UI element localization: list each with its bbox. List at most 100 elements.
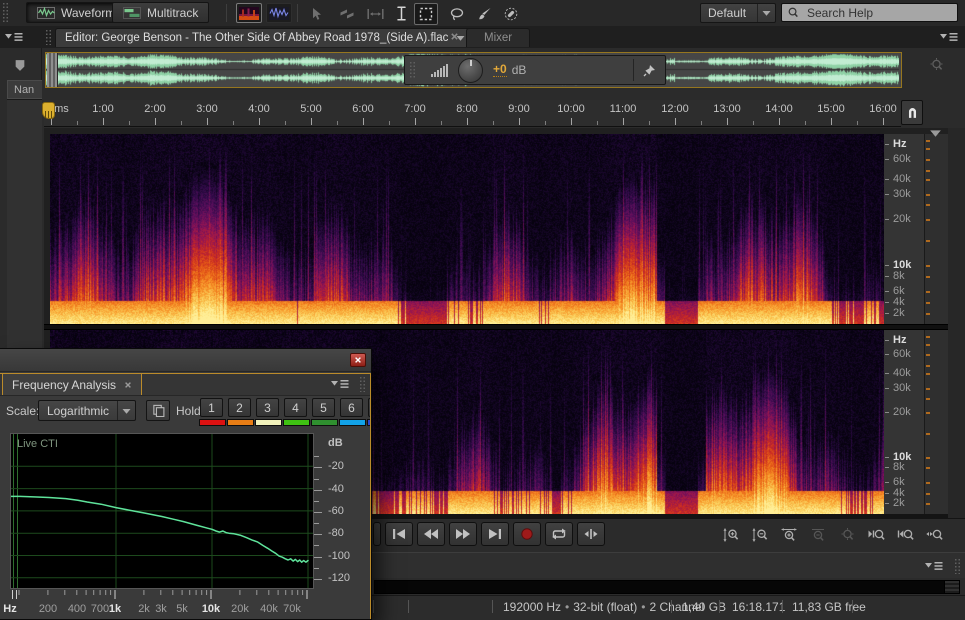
spectrogram-left-channel[interactable] [50,134,884,324]
zoom-to-out-point-button[interactable] [892,525,919,545]
navigator-zoom-icon[interactable] [928,58,945,72]
frequency-analysis-tab[interactable]: Frequency Analysis [2,373,143,395]
hold-7-button[interactable]: 7 [367,398,371,426]
hold-3-button[interactable]: 3 [255,398,282,426]
timeline-tick [129,121,130,125]
copy-graph-button[interactable] [146,400,170,421]
time-selection-tool[interactable] [390,5,412,22]
vertical-zoom-strip-right[interactable] [924,330,948,514]
hold-5-button[interactable]: 5 [311,398,338,426]
zoom-in-vertical-button[interactable] [718,525,745,545]
fa-panel-grip[interactable] [359,376,366,392]
pin-icon[interactable] [643,64,656,77]
editor-panel-menu-icon[interactable] [940,32,958,42]
spectral-display-toggle[interactable] [236,3,262,23]
window-close-button[interactable] [350,353,366,367]
skip-to-end-button[interactable] [481,522,509,546]
hud-grip[interactable] [409,61,415,79]
timeline-tick [311,118,312,125]
zoom-strip-tick [926,411,930,414]
fa-tab-close-icon[interactable] [124,381,132,389]
fast-forward-icon [455,528,471,540]
overview-left-handle[interactable] [47,53,58,87]
timeline-tick [701,121,702,125]
time-stretch-tool[interactable] [364,5,386,22]
timeline-label: 16:00 [869,103,897,115]
zoom-reset-button[interactable] [834,525,861,545]
zoom-to-in-point-button[interactable] [863,525,890,545]
workspace-dropdown[interactable]: Default [700,3,776,23]
editor-tab-close-icon[interactable] [450,32,459,41]
overview-navigator[interactable]: +0 dB [45,52,902,88]
marquee-selection-tool[interactable] [414,3,438,25]
zoom-in-horizontal-button[interactable] [776,525,803,545]
vertical-zoom-strip-left[interactable] [924,134,948,324]
zoom-strip-tick [926,290,930,293]
level-meter-strip[interactable] [374,580,960,594]
frequency-analysis-titlebar[interactable] [0,349,371,372]
skip-to-start-button[interactable] [385,522,413,546]
tab-grip[interactable] [45,29,52,45]
playhead-handle[interactable] [42,102,55,119]
timeline-tick [545,121,546,125]
waveform-display-toggle[interactable] [266,3,292,23]
spectral-options-icon[interactable] [929,129,942,137]
meter-handle[interactable] [944,581,959,593]
lower-panel-grip[interactable] [954,558,961,574]
fa-y-tick [314,478,319,480]
hold-6-button[interactable]: 6 [339,398,366,426]
name-column-header[interactable]: Nan [7,80,42,99]
loop-playback-button[interactable] [545,522,573,546]
fa-x-tick-label: 20k [231,603,249,615]
mixer-tab[interactable]: Mixer [466,28,531,47]
workspace-value: Default [708,6,747,20]
scale-value: Logarithmic [47,403,110,418]
rewind-button[interactable] [417,522,445,546]
zoom-strip-tick [926,387,930,390]
timeline-ruler[interactable]: hms 1:00 2:00 3:00 4:00 5:00 6:00 7:00 8:00 9:00… [44,100,901,127]
gain-knob[interactable] [458,57,483,83]
zoom-to-selection-button[interactable] [921,525,948,545]
zoom-out-horizontal-button[interactable] [805,525,832,545]
timeline-tick [103,118,104,125]
zoom-strip-tick [926,481,930,484]
scale-dropdown[interactable]: Logarithmic [38,400,136,421]
fa-panel-menu-icon[interactable] [331,379,349,389]
lasso-tool-icon [450,7,464,21]
frequency-axis-tick [885,411,889,413]
gain-value[interactable]: +0 [493,63,507,77]
fa-plot[interactable]: Live CTI [9,433,314,589]
fast-forward-button[interactable] [449,522,477,546]
zoom-out-vertical-button[interactable] [747,525,774,545]
snap-toggle-button[interactable] [901,100,923,125]
lower-panel-menu-icon[interactable] [925,561,943,571]
editor-tab[interactable]: Editor: George Benson - The Other Side O… [55,28,476,47]
multitrack-view-button[interactable]: Multitrack [112,2,210,23]
spot-healing-brush-tool[interactable] [500,5,522,22]
move-tool[interactable] [306,5,328,22]
lasso-selection-tool[interactable] [446,5,468,22]
hold-color-swatch [311,419,338,426]
frequency-axis-tick [885,290,889,292]
timeline-tick [389,121,390,125]
timeline-tick [77,121,78,125]
timeline-label: 3:00 [196,103,218,115]
hold-4-button[interactable]: 4 [283,398,310,426]
paintbrush-selection-tool[interactable] [474,5,496,22]
hold-2-button[interactable]: 2 [227,398,254,426]
skip-selection-button[interactable] [577,522,605,546]
fa-y-tick [314,511,322,513]
left-panel-menu-icon[interactable] [5,32,23,42]
fa-x-tick-label: 5k [176,603,188,615]
slip-tool-icon [339,8,355,20]
toolbar-grip[interactable] [2,2,9,24]
search-input[interactable] [805,4,952,21]
fa-y-tick-label: -40 [328,482,344,495]
hold-1-button[interactable]: 1 [199,398,226,426]
fa-x-tick-label: 70k [283,603,301,615]
bit-depth: 32-bit (float) [573,600,638,614]
record-button[interactable] [513,522,541,546]
transport-partial-button[interactable] [373,522,381,546]
timeline-tick [337,121,338,125]
slip-tool[interactable] [336,5,358,22]
